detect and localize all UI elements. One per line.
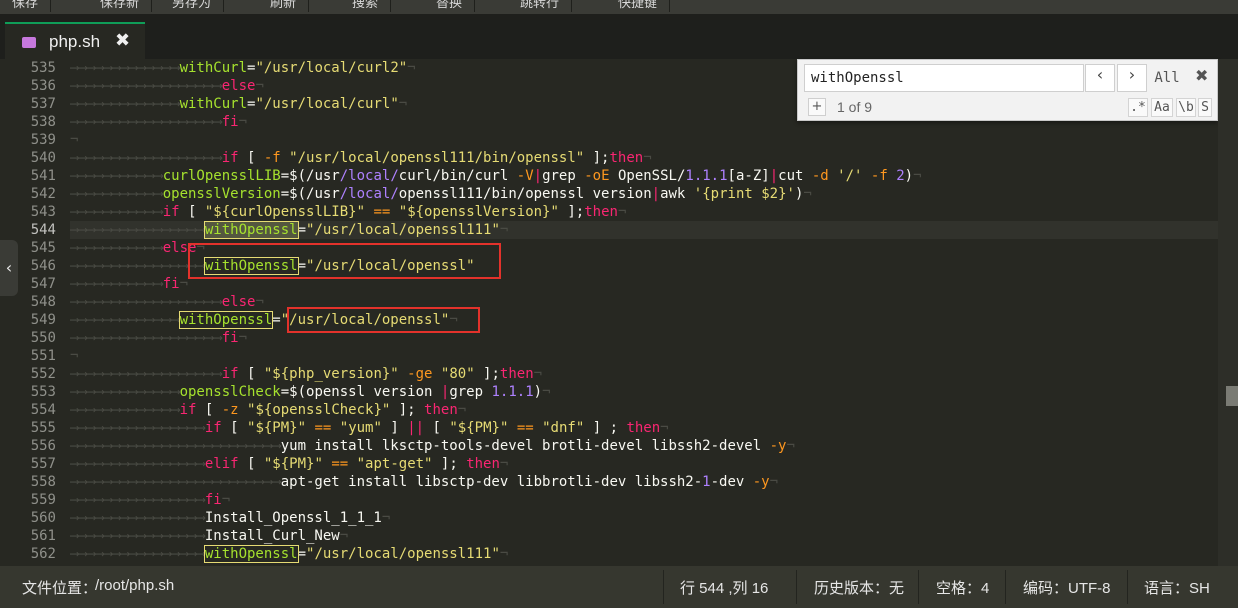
find-match-count: 1 of 9 [837, 99, 873, 115]
vertical-scrollbar[interactable] [1218, 59, 1238, 566]
code-line-559: ⟶⟶⟶⟶⟶⟶⟶⟶⟶⟶⟶⟶⟶⟶⟶⟶fi¬ [70, 492, 231, 508]
terminal-file-icon [22, 37, 36, 48]
line-number: 556 [30, 438, 56, 454]
whole-word-option[interactable]: \b [1176, 98, 1196, 117]
line-number: 554 [30, 402, 56, 418]
line-number-gutter: 535 536 537 538 539 540 541 542 543 544 545 546 547 5… [0, 59, 70, 566]
toolbar-save-new[interactable]: 保存新 [88, 0, 153, 12]
code-line-535: ⟶⟶⟶⟶⟶⟶⟶⟶⟶⟶⟶⟶⟶withCurl="/usr/local/curl2"… [70, 60, 416, 76]
status-divider [663, 570, 664, 604]
tab-bar: php.sh ✖ [0, 14, 1238, 59]
status-divider [918, 570, 919, 604]
code-line-545: ⟶⟶⟶⟶⟶⟶⟶⟶⟶⟶⟶else¬ [70, 240, 205, 256]
find-all-button[interactable]: All [1150, 64, 1184, 92]
file-path: /root/php.sh [95, 577, 175, 594]
line-number: 537 [30, 96, 56, 112]
code-line-557: ⟶⟶⟶⟶⟶⟶⟶⟶⟶⟶⟶⟶⟶⟶⟶⟶elif [ "${PM}" == "apt-g… [70, 456, 509, 472]
code-line-539: ¬ [70, 132, 79, 148]
toolbar-goto-line[interactable]: 跳转行 [508, 0, 573, 12]
status-divider [1005, 570, 1006, 604]
line-number: 551 [30, 348, 56, 364]
cursor-position: 行 544 ,列 16 [680, 580, 769, 597]
line-number: 542 [30, 186, 56, 202]
selection-option[interactable]: S [1198, 98, 1212, 117]
line-number: 557 [30, 456, 56, 472]
case-option[interactable]: Aa [1151, 98, 1173, 117]
toolbar-save[interactable]: 保存 [0, 0, 52, 12]
line-number: 538 [30, 114, 56, 130]
language-setting[interactable]: 语言：SH [1144, 577, 1210, 598]
regex-option[interactable]: .* [1128, 98, 1148, 117]
line-number: 552 [30, 366, 56, 382]
encoding-setting[interactable]: 编码：UTF-8 [1023, 577, 1111, 598]
code-line-548: ⟶⟶⟶⟶⟶⟶⟶⟶⟶⟶⟶⟶⟶⟶⟶⟶⟶⟶else¬ [70, 294, 264, 310]
code-line-537: ⟶⟶⟶⟶⟶⟶⟶⟶⟶⟶⟶⟶⟶withCurl="/usr/local/curl"¬ [70, 96, 408, 112]
file-path-label: 文件位置： [22, 580, 98, 597]
line-number: 555 [30, 420, 56, 436]
line-number: 550 [30, 330, 56, 346]
status-divider [796, 570, 797, 604]
sidebar-collapse-icon[interactable]: ‹ [0, 240, 18, 296]
close-tab-icon[interactable]: ✖ [115, 30, 130, 51]
code-line-552: ⟶⟶⟶⟶⟶⟶⟶⟶⟶⟶⟶⟶⟶⟶⟶⟶⟶⟶if [ "${php_version}" … [70, 366, 543, 382]
status-divider [1127, 570, 1128, 604]
line-number: 558 [30, 474, 56, 490]
code-editor[interactable]: ⟶⟶⟶⟶⟶⟶⟶⟶⟶⟶⟶⟶⟶withCurl="/usr/local/curl2"… [70, 59, 1218, 566]
code-line-556: ⟶⟶⟶⟶⟶⟶⟶⟶⟶⟶⟶⟶⟶⟶⟶⟶⟶⟶⟶⟶⟶⟶⟶⟶⟶yum install lks… [70, 438, 795, 454]
line-number: 540 [30, 150, 56, 166]
line-number: 535 [30, 60, 56, 76]
find-close-icon[interactable]: ✖ [1195, 66, 1208, 85]
line-number: 536 [30, 78, 56, 94]
find-widget: withOpenssl ‹ › All ✖ + 1 of 9 .* Aa \b … [797, 59, 1218, 121]
annotation-box-line-549 [287, 307, 480, 333]
line-number: 561 [30, 528, 56, 544]
toolbar-search[interactable]: 搜索 [340, 0, 392, 12]
code-line-542: ⟶⟶⟶⟶⟶⟶⟶⟶⟶⟶⟶opensslVersion=$(/usr/local/o… [70, 186, 812, 202]
code-line-561: ⟶⟶⟶⟶⟶⟶⟶⟶⟶⟶⟶⟶⟶⟶⟶⟶Install_Curl_New¬ [70, 528, 349, 544]
history-version[interactable]: 历史版本：无 [814, 577, 904, 598]
line-number: 562 [30, 546, 56, 562]
line-number: 560 [30, 510, 56, 526]
toolbar-save-as[interactable]: 另存为 [160, 0, 225, 12]
tab-filename: php.sh [49, 32, 101, 51]
toolbar-refresh[interactable]: 刷新 [258, 0, 310, 12]
line-number: 559 [30, 492, 56, 508]
code-line-551: ¬ [70, 348, 79, 364]
code-line-540: ⟶⟶⟶⟶⟶⟶⟶⟶⟶⟶⟶⟶⟶⟶⟶⟶⟶⟶if [ -f "/usr/local/op… [70, 150, 652, 166]
code-line-555: ⟶⟶⟶⟶⟶⟶⟶⟶⟶⟶⟶⟶⟶⟶⟶⟶if [ "${PM}" == "yum" ] … [70, 420, 669, 436]
code-line-554: ⟶⟶⟶⟶⟶⟶⟶⟶⟶⟶⟶⟶⟶if [ -z "${opensslCheck}" ]… [70, 402, 467, 418]
line-number: 549 [30, 312, 56, 328]
find-prev-button[interactable]: ‹ [1085, 64, 1115, 92]
line-number: 541 [30, 168, 56, 184]
code-line-541: ⟶⟶⟶⟶⟶⟶⟶⟶⟶⟶⟶curlOpensslLIB=$(/usr/local/c… [70, 168, 922, 184]
annotation-box-line-546 [188, 243, 501, 279]
find-input[interactable]: withOpenssl [804, 64, 1084, 92]
line-number: 543 [30, 204, 56, 220]
tab-php-sh[interactable]: php.sh ✖ [5, 22, 145, 59]
code-line-553: ⟶⟶⟶⟶⟶⟶⟶⟶⟶⟶⟶⟶⟶opensslCheck=$(openssl vers… [70, 384, 551, 400]
toggle-replace-button[interactable]: + [808, 98, 826, 116]
scrollbar-thumb[interactable] [1226, 386, 1238, 406]
toolbar: 保存 保存新 另存为 刷新 搜索 替换 跳转行 快捷键 [0, 0, 1238, 14]
toolbar-shortcuts[interactable]: 快捷键 [606, 0, 671, 12]
code-line-560: ⟶⟶⟶⟶⟶⟶⟶⟶⟶⟶⟶⟶⟶⟶⟶⟶Install_Openssl_1_1_1¬ [70, 510, 391, 526]
code-line-550: ⟶⟶⟶⟶⟶⟶⟶⟶⟶⟶⟶⟶⟶⟶⟶⟶⟶⟶fi¬ [70, 330, 248, 346]
code-line-543: ⟶⟶⟶⟶⟶⟶⟶⟶⟶⟶⟶if [ "${curlOpensslLIB}" == "… [70, 204, 627, 220]
line-number: 539 [30, 132, 56, 148]
code-line-544: ⟶⟶⟶⟶⟶⟶⟶⟶⟶⟶⟶⟶⟶⟶⟶⟶withOpenssl="/usr/local/… [70, 221, 509, 239]
code-line-547: ⟶⟶⟶⟶⟶⟶⟶⟶⟶⟶⟶fi¬ [70, 276, 189, 292]
line-number: 553 [30, 384, 56, 400]
find-next-button[interactable]: › [1117, 64, 1147, 92]
code-line-562: ⟶⟶⟶⟶⟶⟶⟶⟶⟶⟶⟶⟶⟶⟶⟶⟶withOpenssl="/usr/local/… [70, 545, 509, 563]
toolbar-replace[interactable]: 替换 [424, 0, 476, 12]
indent-setting[interactable]: 空格：4 [936, 577, 989, 598]
line-number: 544 [30, 222, 56, 238]
status-bar: 文件位置： /root/php.sh 行 544 ,列 16 历史版本：无 空格… [0, 566, 1238, 608]
code-line-558: ⟶⟶⟶⟶⟶⟶⟶⟶⟶⟶⟶⟶⟶⟶⟶⟶⟶⟶⟶⟶⟶⟶⟶⟶⟶apt-get install… [70, 474, 779, 490]
code-line-538: ⟶⟶⟶⟶⟶⟶⟶⟶⟶⟶⟶⟶⟶⟶⟶⟶⟶⟶fi¬ [70, 114, 248, 130]
code-line-536: ⟶⟶⟶⟶⟶⟶⟶⟶⟶⟶⟶⟶⟶⟶⟶⟶⟶⟶else¬ [70, 78, 264, 94]
